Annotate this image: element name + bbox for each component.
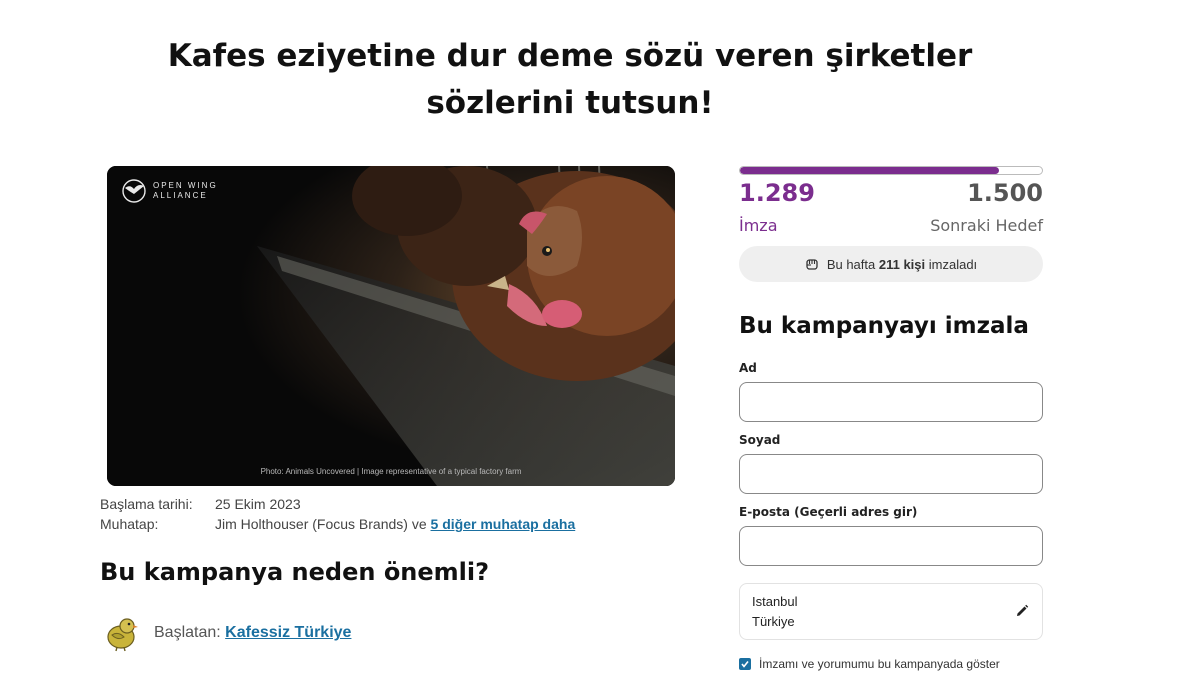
starter-row: Başlatan: Kafessiz Türkiye <box>100 613 351 653</box>
location-box: Istanbul Türkiye <box>739 583 1043 640</box>
target-row: Muhatap: Jim Holthouser (Focus Brands) ve… <box>100 516 575 532</box>
brand-line-2: ALLIANCE <box>153 191 208 200</box>
brand-line-1: OPEN WING <box>153 181 218 190</box>
start-date-row: Başlama tarihi: 25 Ekim 2023 <box>100 496 301 512</box>
signature-progress-bar <box>739 166 1043 175</box>
signature-count: 1.289 <box>739 179 815 207</box>
signature-label: İmza <box>739 216 778 235</box>
first-name-label: Ad <box>739 361 757 375</box>
start-date-value: 25 Ekim 2023 <box>215 496 301 512</box>
photo-credit: Photo: Animals Uncovered | Image represe… <box>260 467 522 476</box>
last-name-label: Soyad <box>739 433 781 447</box>
page-title: Kafes eziyetine dur deme sözü veren şirk… <box>167 37 973 121</box>
other-targets-link[interactable]: 5 diğer muhatap daha <box>431 516 576 532</box>
progress-fill <box>740 167 1000 174</box>
sign-form-heading: Bu kampanyayı imzala <box>739 313 1029 339</box>
chick-avatar-icon <box>107 618 138 652</box>
weekly-count: 211 kişi <box>878 256 926 272</box>
last-name-field[interactable] <box>739 454 1043 494</box>
email-label: E-posta (Geçerli adres gir) <box>739 505 918 519</box>
start-date-label: Başlama tarihi: <box>100 496 193 512</box>
open-wing-alliance-logo: OPEN WING ALLIANCE <box>121 178 218 204</box>
goal-count: 1.500 <box>967 179 1043 207</box>
bird-logo-icon <box>122 179 146 203</box>
goal-label: Sonraki Hedef <box>930 216 1043 235</box>
location-city: Istanbul <box>752 594 798 609</box>
weekly-signatures-badge: Bu hafta 211 kişi imzaladı <box>739 246 1043 282</box>
weekly-prefix: Bu hafta <box>826 256 879 272</box>
consent-row[interactable]: İmzamı ve yorumumu bu kampanyada göster <box>739 657 1000 671</box>
consent-label: İmzamı ve yorumumu bu kampanyada göster <box>759 657 1000 671</box>
raised-fist-icon <box>806 259 818 270</box>
target-label: Muhatap: <box>100 516 159 532</box>
pencil-edit-icon[interactable] <box>1014 603 1030 619</box>
campaign-image: OPEN WING ALLIANCE Photo: Animals Uncove… <box>107 166 675 486</box>
starter-link[interactable]: Kafessiz Türkiye <box>225 624 351 641</box>
first-name-field[interactable] <box>739 382 1043 422</box>
hen-photo <box>107 166 675 486</box>
why-heading: Bu kampanya neden önemli? <box>100 558 490 586</box>
consent-checkbox[interactable] <box>739 658 751 670</box>
email-field[interactable] <box>739 526 1043 566</box>
checkmark-icon <box>741 661 749 668</box>
weekly-suffix: imzaladı <box>925 256 978 272</box>
starter-prefix: Başlatan: <box>154 624 226 641</box>
location-country: Türkiye <box>752 614 795 629</box>
target-value: Jim Holthouser (Focus Brands) ve <box>215 516 431 532</box>
